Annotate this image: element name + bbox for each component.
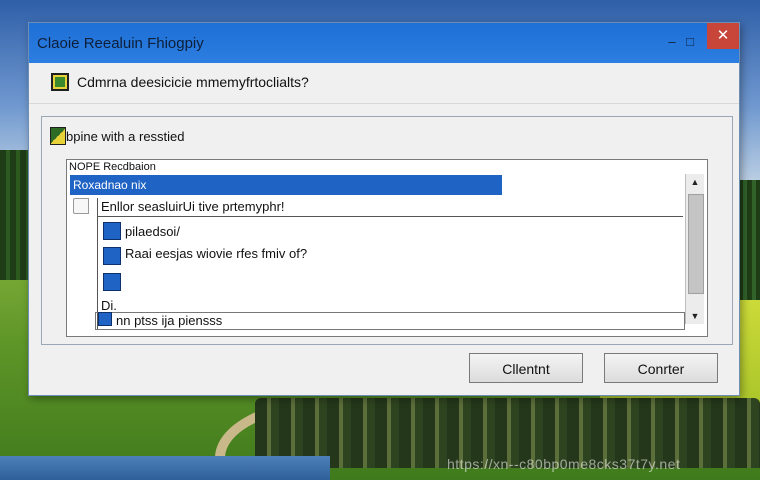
list-scrollbar[interactable]: ▲ ▼ [685,174,704,324]
title-bar[interactable]: Claoie Reealuin Fhiogpiy – □ ✕ [29,23,739,63]
window-title: Claoie Reealuin Fhiogpiy [37,35,204,52]
list-item[interactable]: Di. [101,298,117,313]
minimize-button[interactable]: – [665,33,679,51]
dialog-window: Claoie Reealuin Fhiogpiy – □ ✕ Cdmrna de… [28,22,740,396]
forest-right [738,180,760,300]
folder-icon [50,127,66,145]
watermark-text: https://xn--c80bp0me8cks37t7y.net [447,456,681,472]
question-text: Cdmrna deesicicie mmemyfrtoclialts? [77,74,309,90]
scroll-thumb[interactable] [688,194,704,294]
selected-list-item[interactable]: Roxadnao nix [70,175,502,195]
list-item[interactable]: Raai eesjas wiovie rfes fmiv of? [125,246,307,261]
group-label: bpine with a resstied [66,129,185,144]
list-item-row[interactable]: nn ptss ija piensss [95,312,685,330]
list-item[interactable]: nn ptss ija piensss [116,313,222,328]
maximize-button[interactable]: □ [683,33,697,51]
item-checkbox[interactable] [103,222,121,240]
tree-guide-line [97,216,683,217]
scroll-down-arrow-icon[interactable]: ▼ [686,308,704,324]
item-checkbox[interactable] [103,273,121,291]
forest-left [0,150,30,280]
lake [0,456,330,480]
cancel-button[interactable]: Conrter [604,353,718,383]
options-group: bpine with a resstied NOPE Recdbaion Rox… [41,116,733,345]
tree-guide-line [97,198,98,330]
close-button[interactable]: ✕ [707,23,739,49]
item-checkbox[interactable] [103,247,121,265]
list-item[interactable]: pilaedsoi/ [125,224,180,239]
list-header: NOPE Recdbaion [69,161,156,173]
expand-toggle[interactable] [73,198,89,214]
continue-button[interactable]: Cllentnt [469,353,583,383]
list-item[interactable]: Enllor seasluirUi tive prtemyphr! [101,199,285,214]
options-list[interactable]: NOPE Recdbaion Roxadnao nix Enllor seasl… [66,159,708,337]
divider [29,103,739,104]
scroll-up-arrow-icon[interactable]: ▲ [686,174,704,190]
item-checkbox[interactable] [98,312,112,326]
question-icon [51,73,69,91]
